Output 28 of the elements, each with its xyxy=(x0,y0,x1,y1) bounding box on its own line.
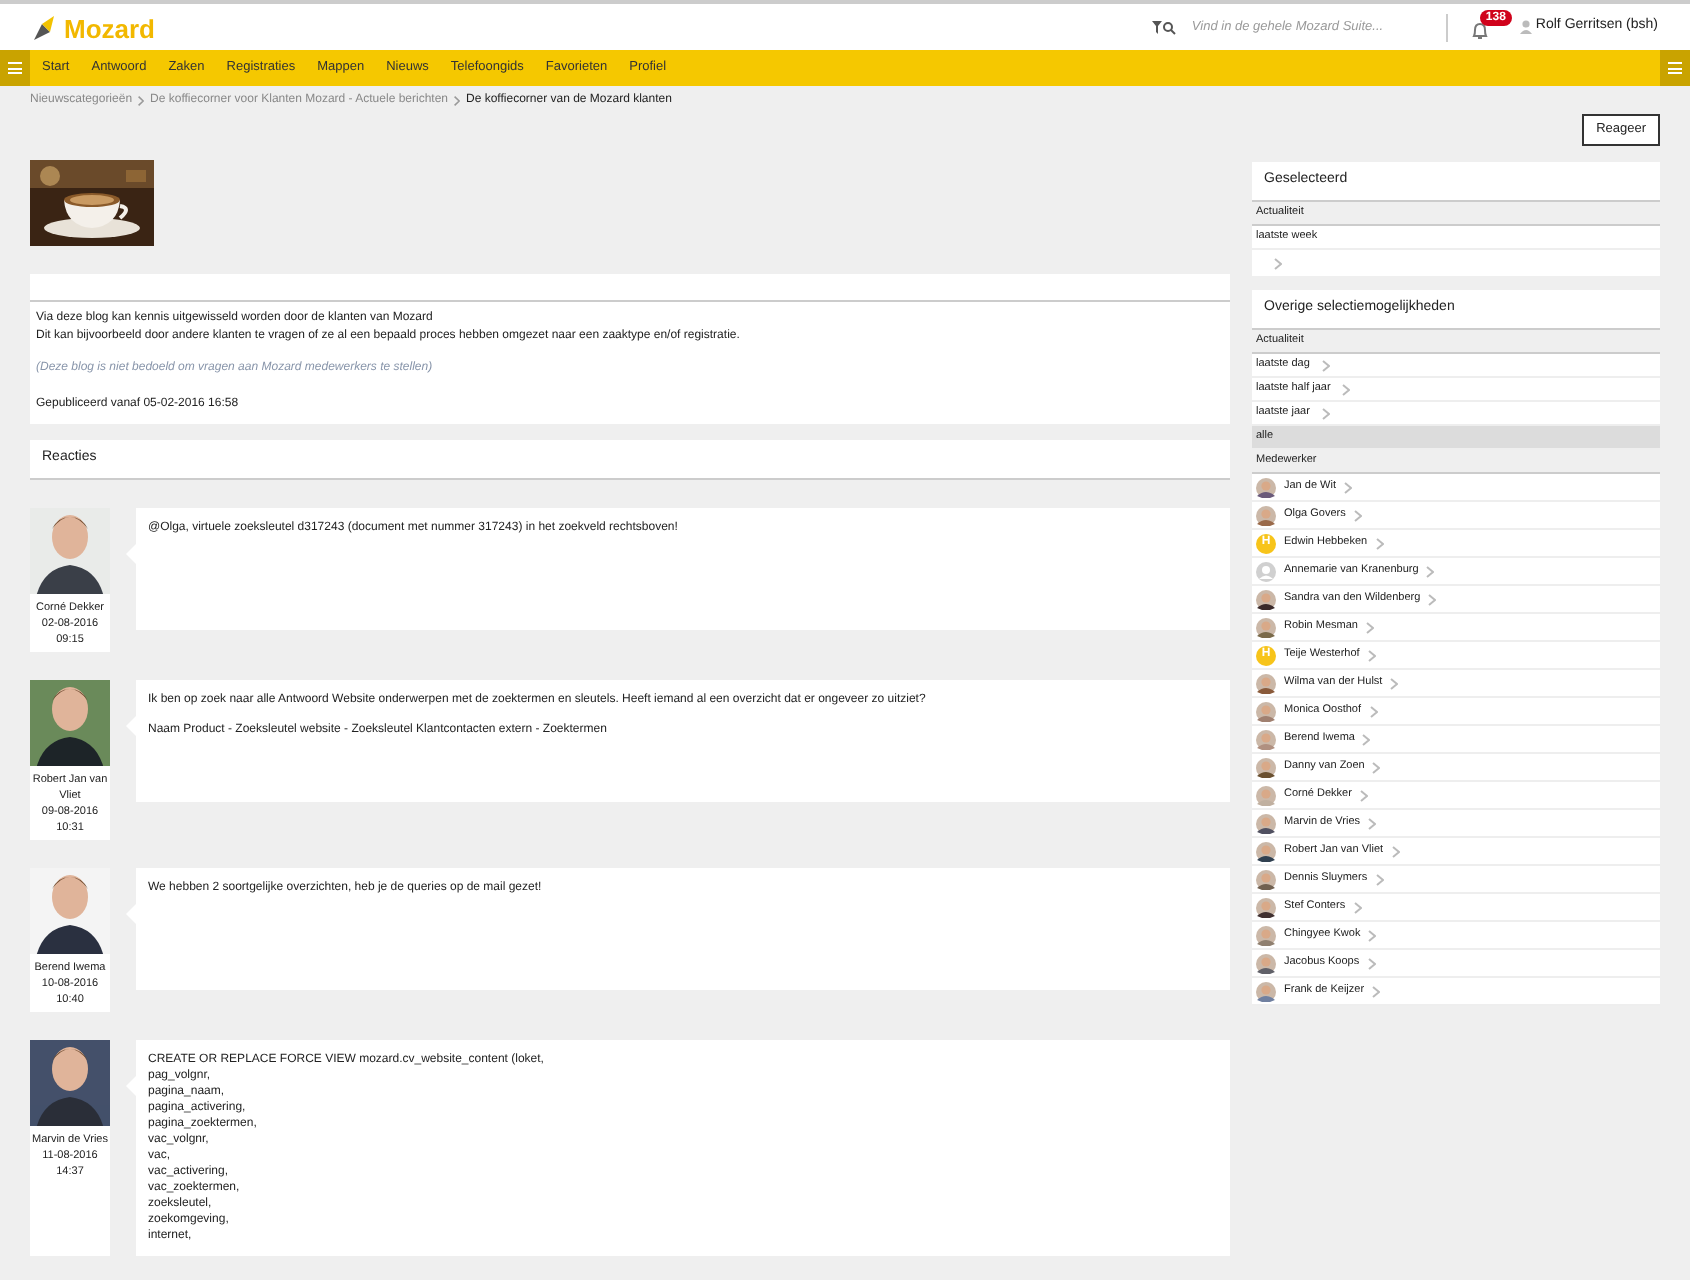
chevron-icon xyxy=(454,96,460,106)
chevron-icon xyxy=(1367,957,1376,969)
chevron-icon xyxy=(1343,481,1352,493)
logo-text: Mozard xyxy=(64,15,155,41)
chevron-icon xyxy=(1372,761,1381,773)
avatar-icon xyxy=(1256,561,1276,581)
chevron-icon xyxy=(1375,537,1384,549)
chevron-icon xyxy=(1391,845,1400,857)
chevron-icon xyxy=(1366,621,1374,633)
chevron-icon xyxy=(1426,565,1435,577)
chevron-icon xyxy=(1359,789,1368,801)
chevron-icon xyxy=(1375,873,1384,885)
filter-search-icon[interactable] xyxy=(1151,19,1176,35)
chevron-icon xyxy=(1274,257,1282,269)
chevron-icon xyxy=(138,96,145,106)
chevron-icon xyxy=(1368,929,1377,941)
user-icon xyxy=(1519,20,1532,34)
chevron-icon xyxy=(1368,817,1377,829)
chevron-icon xyxy=(1367,649,1376,661)
chevron-icon xyxy=(1428,593,1437,605)
chevron-icon xyxy=(1362,733,1371,745)
bell-icon[interactable] xyxy=(1471,21,1488,39)
chevron-icon xyxy=(1372,985,1381,997)
logo-icon xyxy=(32,13,60,41)
chevron-icon xyxy=(1353,509,1362,521)
chevron-icon xyxy=(1369,705,1378,717)
chevron-icon xyxy=(1390,677,1399,689)
chevron-icon xyxy=(1353,901,1362,913)
